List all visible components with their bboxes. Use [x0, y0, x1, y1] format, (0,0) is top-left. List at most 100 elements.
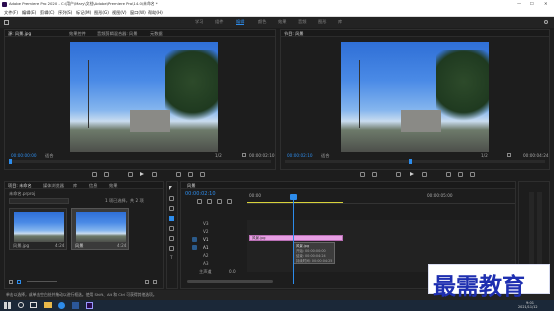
mark-out-button[interactable]	[104, 172, 109, 177]
tab-metadata[interactable]: 元数据	[150, 31, 163, 36]
search-icon[interactable]	[544, 20, 548, 24]
play-icon[interactable]	[140, 172, 144, 176]
new-item-icon[interactable]	[145, 280, 149, 284]
timeline-playhead[interactable]	[293, 196, 294, 284]
home-icon[interactable]	[4, 20, 9, 25]
program-scrub-bar[interactable]	[285, 160, 545, 163]
tab-project[interactable]: 项目: 未命名	[8, 183, 32, 188]
program-fit-select[interactable]: 适合	[321, 153, 329, 158]
menu-help[interactable]: 帮助(H)	[148, 10, 163, 15]
settings-icon[interactable]	[227, 199, 232, 204]
tab-program[interactable]: 节目: 风景	[284, 31, 304, 36]
word-icon[interactable]	[72, 302, 79, 309]
workspace-tab-learn[interactable]: 学习	[195, 19, 203, 24]
source-fit-select[interactable]: 适合	[45, 153, 53, 158]
tab-media-browser[interactable]: 媒体浏览器	[43, 183, 64, 188]
workspace-tab-graphics[interactable]: 图形	[318, 19, 326, 24]
mark-in-button[interactable]	[360, 172, 365, 177]
program-timecode[interactable]: 00:00:02:10	[287, 153, 313, 158]
add-marker-icon[interactable]	[217, 199, 222, 204]
menu-marker[interactable]: 标记(M)	[76, 10, 91, 15]
extract-button[interactable]	[458, 172, 463, 177]
hand-tool-icon[interactable]	[169, 246, 174, 251]
track-label[interactable]: V1	[203, 237, 209, 242]
insert-button[interactable]	[176, 172, 181, 177]
media-thumb-item[interactable]: 风景.jpg 4:24	[9, 208, 67, 250]
search-input[interactable]	[9, 198, 69, 204]
tab-effects[interactable]: 效果	[109, 183, 117, 188]
wrench-icon[interactable]	[507, 153, 511, 157]
list-view-icon[interactable]	[9, 280, 13, 284]
menu-sequence[interactable]: 序列(S)	[58, 10, 72, 15]
workspace-tab-assembly[interactable]: 组件	[215, 19, 223, 24]
program-playhead[interactable]	[409, 159, 412, 164]
linked-selection-icon[interactable]	[207, 199, 212, 204]
type-tool-icon[interactable]: T	[170, 255, 173, 260]
maximize-button[interactable]: ☐	[530, 1, 534, 6]
step-forward-button[interactable]	[152, 172, 157, 177]
tab-source[interactable]: 源: 风景.jpg	[8, 31, 31, 36]
browser-icon[interactable]	[58, 302, 65, 309]
tab-libraries[interactable]: 库	[73, 183, 77, 188]
menu-view[interactable]: 视图(V)	[112, 10, 127, 15]
track-label[interactable]: A3	[203, 261, 209, 266]
tab-audio-clip-mixer[interactable]: 音频剪辑混合器: 风景	[97, 31, 137, 36]
timeline-ruler[interactable]: 00:00 00:00:05:00	[247, 192, 515, 204]
export-frame-button[interactable]	[200, 172, 205, 177]
timeline-timecode[interactable]: 00:00:02:10	[185, 192, 216, 197]
track-label[interactable]: V2	[203, 229, 209, 234]
track-select-tool-icon[interactable]	[169, 196, 174, 201]
close-button[interactable]: ✕	[544, 1, 548, 6]
taskbar-search-icon[interactable]	[18, 302, 24, 308]
pen-tool-icon[interactable]	[169, 236, 174, 241]
trash-icon[interactable]	[153, 280, 157, 284]
timeline-scrollbar[interactable]	[187, 280, 273, 283]
workspace-tab-audio[interactable]: 音频	[298, 19, 306, 24]
step-forward-button[interactable]	[422, 172, 427, 177]
icon-view-icon[interactable]	[17, 280, 21, 284]
timeline-playhead-handle[interactable]	[290, 194, 297, 200]
menu-window[interactable]: 窗口(W)	[130, 10, 146, 15]
track-label[interactable]: A2	[203, 253, 209, 258]
premiere-taskbar-icon[interactable]	[86, 302, 93, 309]
source-timecode[interactable]: 00:00:00:00	[11, 153, 37, 158]
zoom-slider[interactable]	[27, 281, 57, 282]
workspace-tab-editing[interactable]: 编辑	[236, 19, 245, 26]
source-patch-v1[interactable]	[192, 237, 197, 242]
task-view-icon[interactable]	[30, 302, 37, 308]
slip-tool-icon[interactable]	[169, 226, 174, 231]
menu-clip[interactable]: 剪辑(C)	[40, 10, 55, 15]
razor-tool-icon[interactable]	[169, 216, 174, 221]
track-label[interactable]: A1	[203, 245, 209, 250]
tab-sequence[interactable]: 风景	[187, 183, 195, 188]
workspace-tab-libraries[interactable]: 库	[338, 19, 342, 24]
export-frame-button[interactable]	[470, 172, 475, 177]
program-ratio-select[interactable]: 1/2	[481, 153, 488, 158]
play-icon[interactable]	[410, 172, 414, 176]
start-icon[interactable]	[4, 302, 11, 309]
menu-file[interactable]: 文件(F)	[4, 10, 18, 15]
source-ratio-select[interactable]: 1/2	[215, 153, 222, 158]
work-area-bar[interactable]	[247, 202, 343, 203]
ripple-edit-tool-icon[interactable]	[169, 206, 174, 211]
sequence-thumb-item[interactable]: 风景 4:24	[71, 208, 129, 250]
menu-graphics[interactable]: 图形(G)	[94, 10, 109, 15]
video-clip[interactable]: 风景.jpg	[249, 235, 343, 241]
mark-out-button[interactable]	[372, 172, 377, 177]
workspace-tab-effects[interactable]: 效果	[278, 19, 286, 24]
snap-icon[interactable]	[197, 199, 202, 204]
step-back-button[interactable]	[396, 172, 401, 177]
tab-effect-controls[interactable]: 效果控件	[69, 31, 86, 36]
track-label[interactable]: V3	[203, 221, 209, 226]
tab-info[interactable]: 信息	[89, 183, 97, 188]
source-scrub-bar[interactable]	[9, 160, 271, 163]
overwrite-button[interactable]	[188, 172, 193, 177]
workspace-tab-color[interactable]: 颜色	[258, 19, 266, 24]
wrench-icon[interactable]	[242, 153, 246, 157]
menu-edit[interactable]: 编辑(E)	[22, 10, 36, 15]
selection-tool-icon[interactable]	[169, 186, 172, 190]
source-playhead[interactable]	[9, 159, 12, 164]
lift-button[interactable]	[446, 172, 451, 177]
mark-in-button[interactable]	[92, 172, 97, 177]
file-explorer-icon[interactable]	[44, 302, 52, 308]
